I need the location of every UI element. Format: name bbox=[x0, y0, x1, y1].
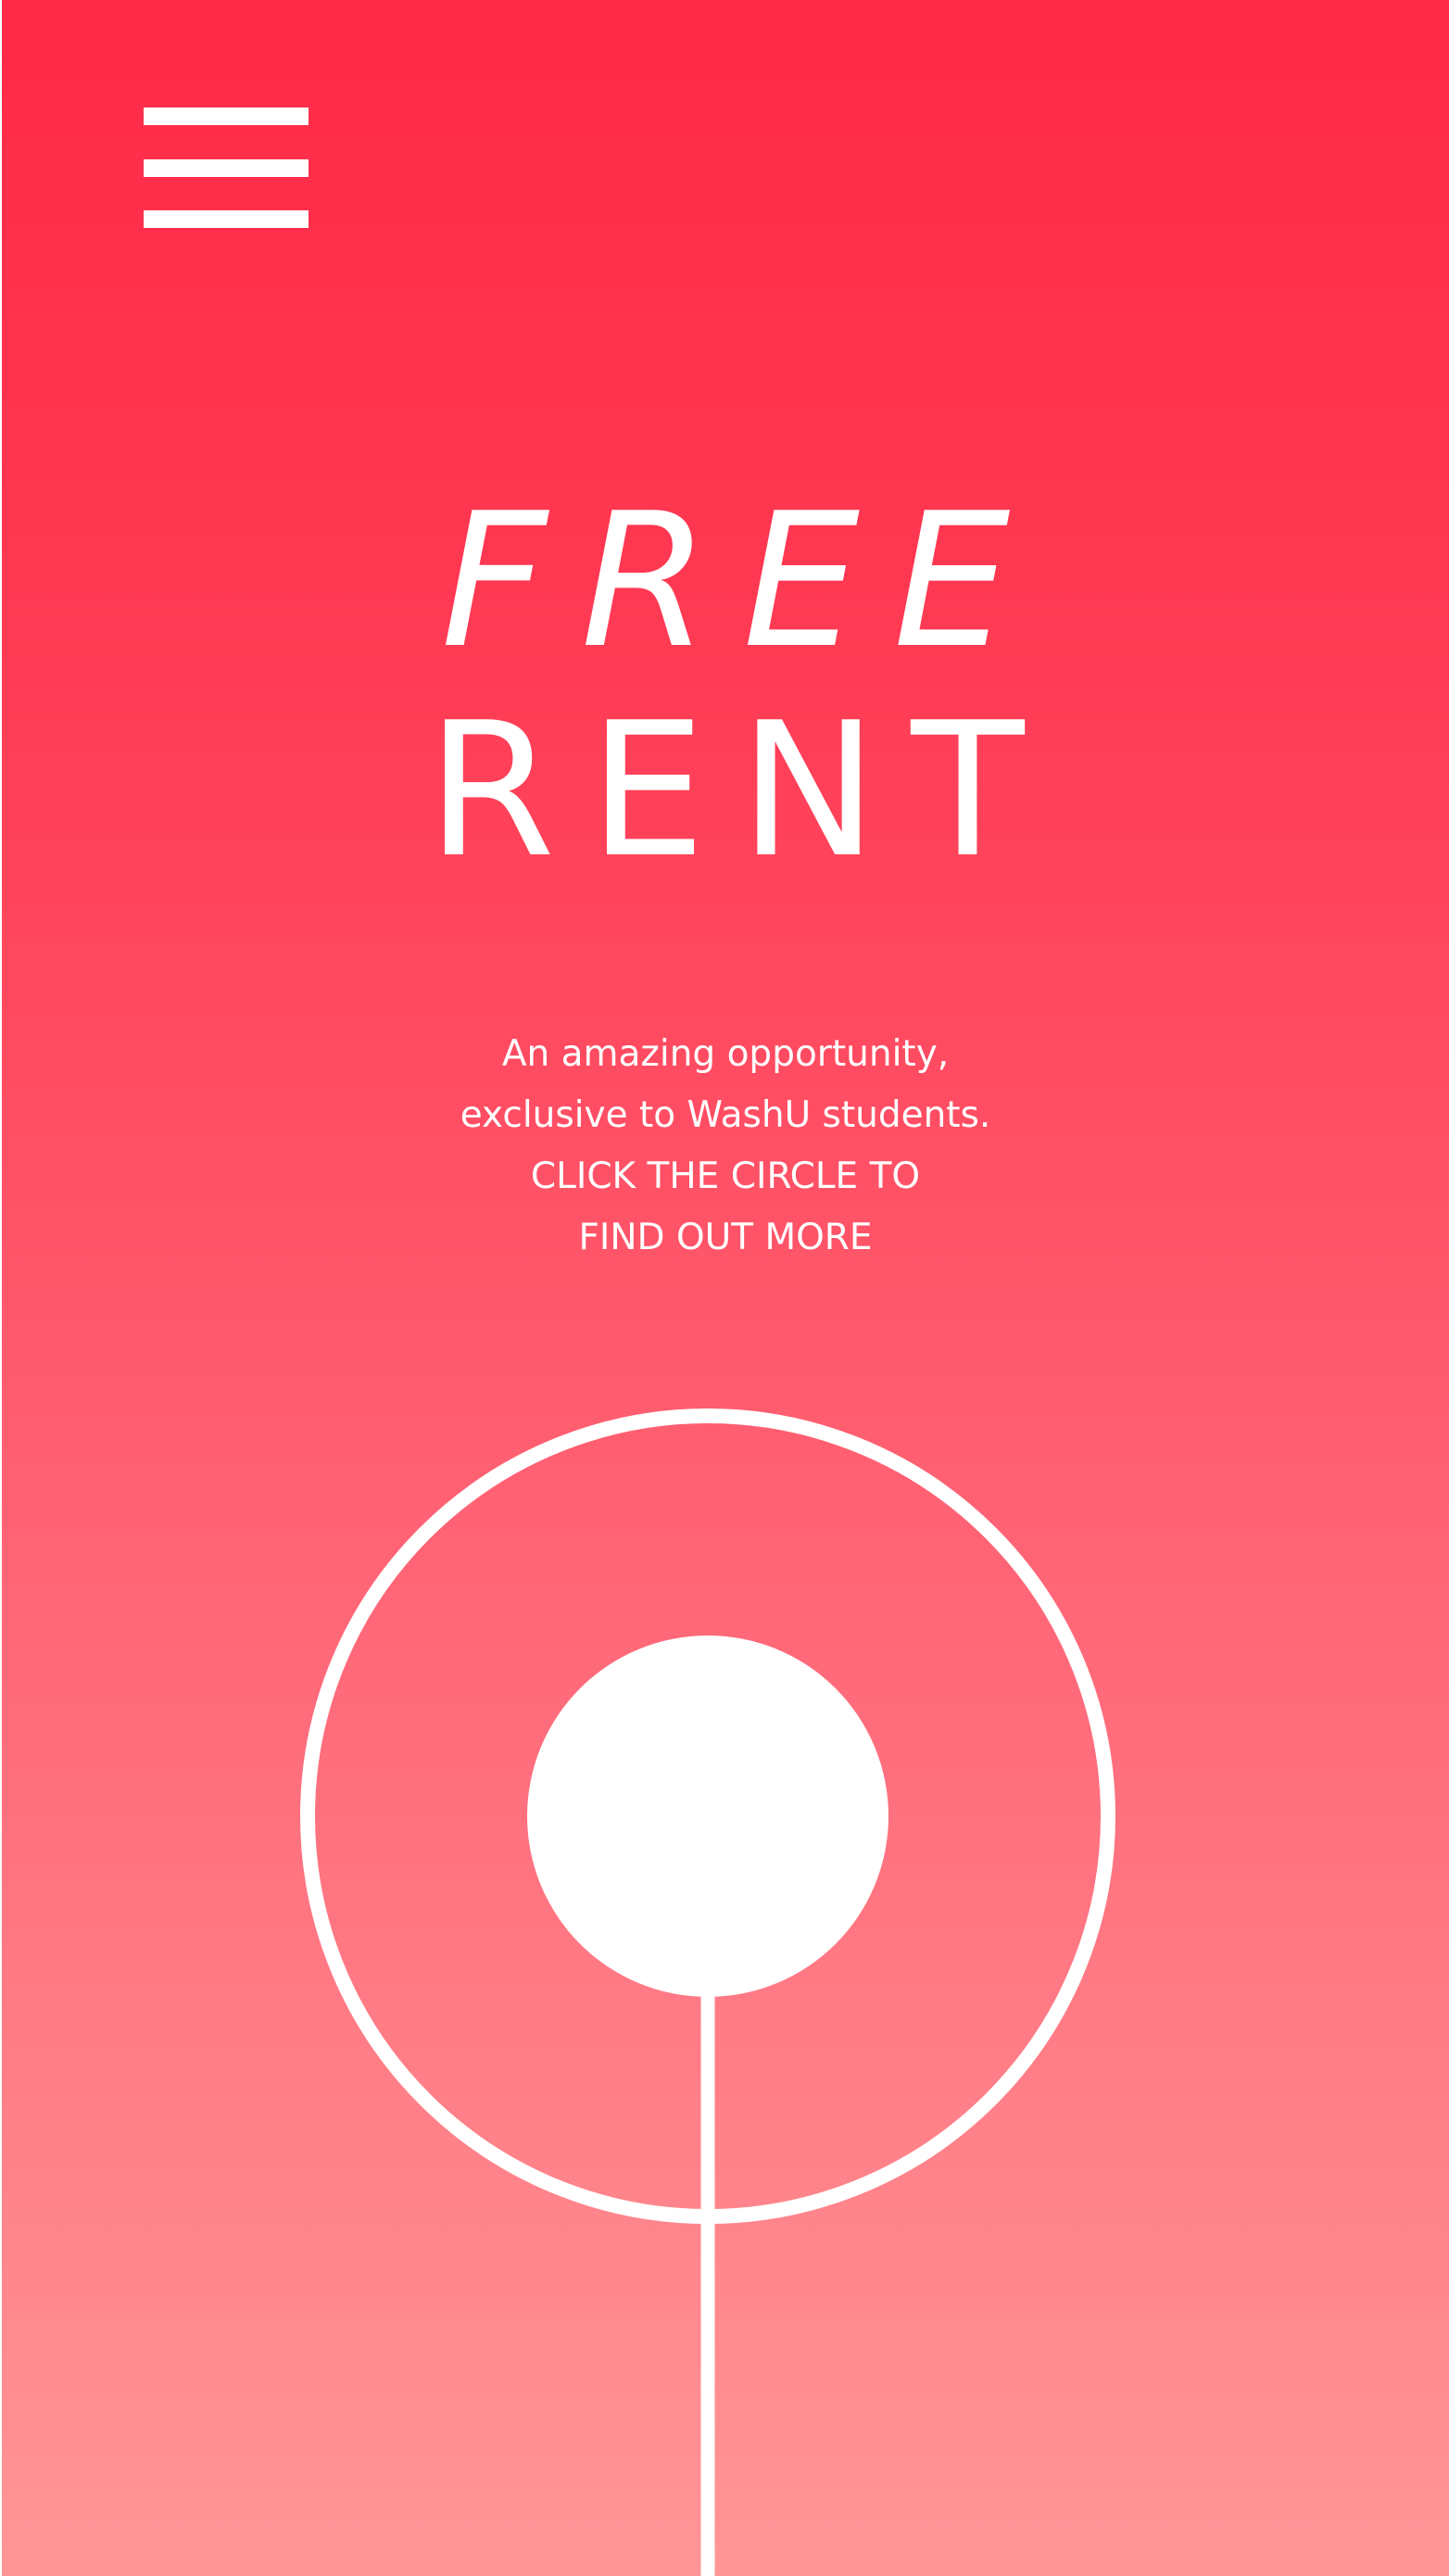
inner-circle-button[interactable] bbox=[527, 1635, 888, 1997]
target-circle-graphic[interactable] bbox=[2, 0, 1449, 2576]
landing-page: FREE RENT An amazing opportunity, exclus… bbox=[2, 0, 1449, 2576]
